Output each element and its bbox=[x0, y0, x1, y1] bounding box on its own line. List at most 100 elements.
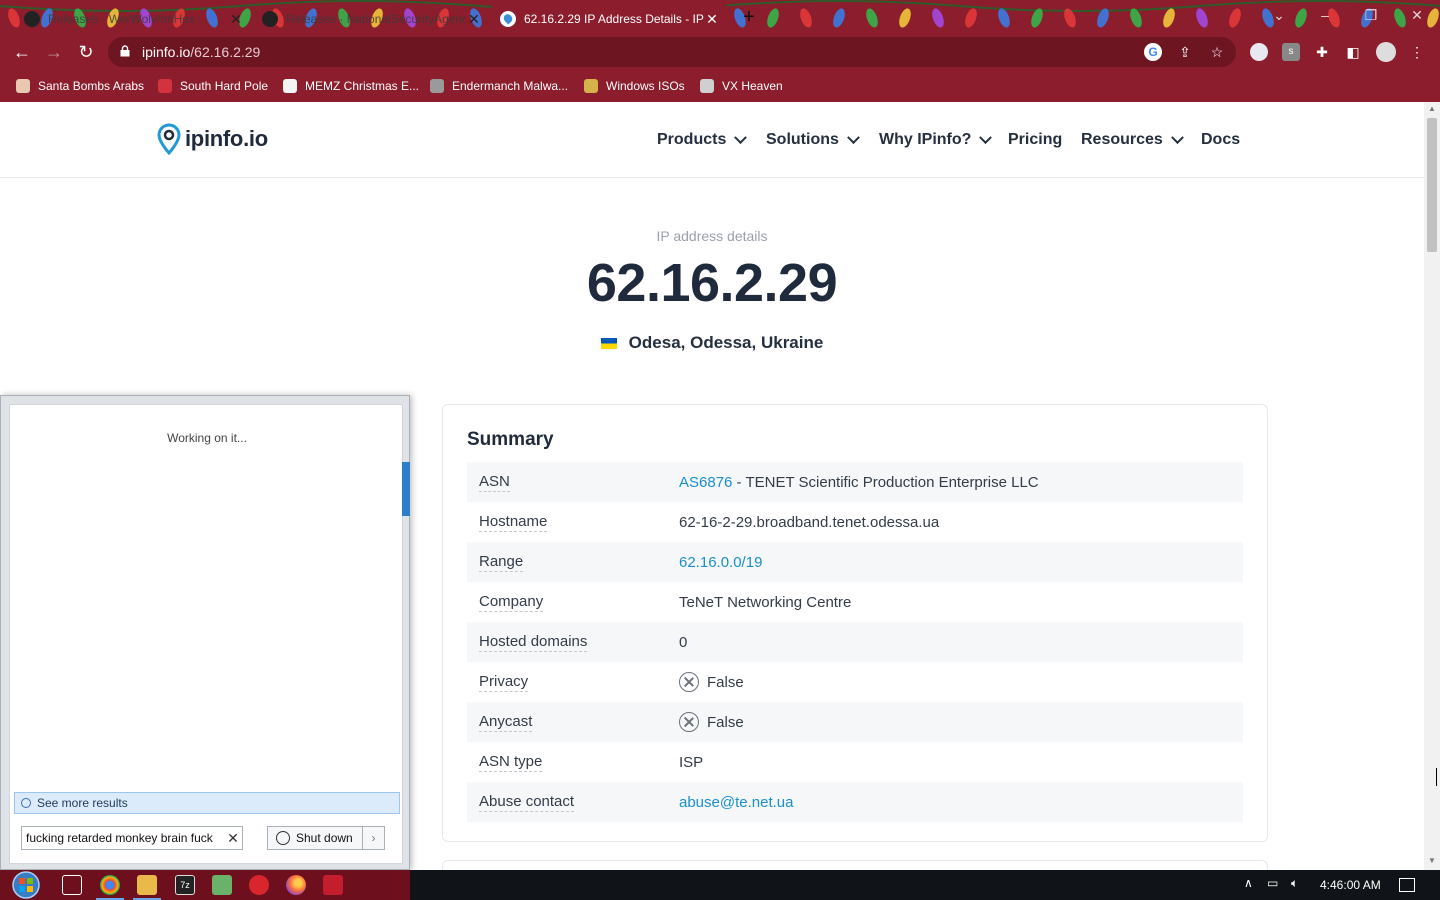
url-text: ipinfo.io/62.16.2.29 bbox=[142, 44, 260, 60]
nav-item-products[interactable]: Products bbox=[657, 129, 748, 151]
restore-button[interactable]: ❐ bbox=[1348, 0, 1394, 30]
summary-key: Hosted domains bbox=[479, 632, 588, 652]
address-bar[interactable]: ipinfo.io/62.16.2.29 G ⇪ ☆ bbox=[108, 37, 1236, 67]
summary-key: Privacy bbox=[479, 672, 529, 692]
clear-search-icon[interactable]: ✕ bbox=[224, 830, 242, 847]
bookmark-item[interactable]: Windows ISOs bbox=[584, 76, 685, 96]
google-lens-icon[interactable]: G bbox=[1144, 43, 1162, 61]
light-bulb-decoration bbox=[833, 8, 845, 28]
bookmark-favicon-icon bbox=[283, 79, 297, 93]
nav-item-docs[interactable]: Docs bbox=[1201, 129, 1240, 151]
share-icon[interactable]: ⇪ bbox=[1176, 43, 1194, 61]
nav-item-resources[interactable]: Resources bbox=[1081, 129, 1184, 151]
x-circle-icon bbox=[679, 672, 699, 692]
back-icon[interactable]: ← bbox=[10, 40, 34, 64]
app-calc-icon[interactable] bbox=[323, 875, 343, 895]
start-search-input[interactable]: fucking retarded monkey brain fuck ✕ bbox=[21, 826, 243, 850]
close-icon[interactable]: ✕ bbox=[704, 11, 720, 28]
summary-value: False bbox=[679, 712, 744, 732]
new-tab-button[interactable]: + bbox=[738, 6, 760, 28]
search-icon bbox=[21, 798, 31, 808]
bookmark-star-icon[interactable]: ☆ bbox=[1208, 43, 1226, 61]
github-icon bbox=[24, 11, 40, 27]
taskbar-clock[interactable]: 4:46:00 AM bbox=[1320, 878, 1381, 892]
close-icon[interactable]: ✕ bbox=[228, 11, 244, 28]
bookmark-item[interactable]: MEMZ Christmas E... bbox=[283, 76, 419, 96]
tab-ipinfo[interactable]: 62.16.2.29 IP Address Details - IPinfo ✕ bbox=[490, 4, 730, 34]
7zip-icon[interactable]: 7z bbox=[175, 875, 195, 895]
app-red-icon[interactable] bbox=[249, 875, 269, 895]
menu-kebab-icon[interactable]: ⋮ bbox=[1408, 43, 1426, 61]
tab-title: Releases · NationalSecurityAgency bbox=[286, 12, 466, 26]
scroll-up-icon[interactable]: ▲ bbox=[1428, 104, 1436, 113]
profile-avatar-icon[interactable] bbox=[1376, 42, 1396, 62]
bookmark-item[interactable]: South Hard Pole bbox=[158, 76, 268, 96]
forward-icon[interactable]: → bbox=[42, 40, 66, 64]
summary-value: False bbox=[679, 672, 744, 692]
notepad-icon[interactable] bbox=[212, 875, 232, 895]
extension-flag-icon[interactable] bbox=[1250, 43, 1268, 61]
summary-title: Summary bbox=[467, 429, 554, 450]
scroll-down-icon[interactable]: ▼ bbox=[1428, 856, 1436, 865]
bookmark-item[interactable]: Endermanch Malwa... bbox=[430, 76, 568, 96]
summary-link[interactable]: abuse@te.net.ua bbox=[679, 794, 793, 811]
search-status: Working on it... bbox=[167, 431, 247, 445]
summary-text: - TENET Scientific Production Enterprise… bbox=[732, 473, 1039, 491]
nav-item-solutions[interactable]: Solutions bbox=[766, 129, 860, 151]
side-panel-icon[interactable]: ◧ bbox=[1344, 43, 1362, 61]
windows-start-orb-icon[interactable] bbox=[8, 870, 44, 900]
network-icon[interactable]: ▭ bbox=[1267, 876, 1278, 890]
extension-s-icon[interactable]: s bbox=[1282, 43, 1300, 61]
nav-item-pricing[interactable]: Pricing bbox=[1008, 129, 1062, 151]
summary-key: Company bbox=[479, 592, 544, 612]
reload-icon[interactable]: ↻ bbox=[74, 40, 98, 64]
firefox-icon[interactable] bbox=[286, 875, 306, 895]
minimize-button[interactable]: – bbox=[1302, 0, 1348, 30]
url-host: ipinfo.io bbox=[142, 44, 191, 60]
bookmark-item[interactable]: VX Heaven bbox=[700, 76, 783, 96]
scrollbar-thumb[interactable] bbox=[1427, 118, 1437, 252]
task-view-icon[interactable] bbox=[62, 875, 82, 895]
shutdown-button[interactable]: Shut down › bbox=[267, 826, 385, 850]
close-window-button[interactable]: ✕ bbox=[1394, 0, 1440, 30]
nav-label: Solutions bbox=[766, 131, 839, 148]
summary-row: Abuse contact abuse@te.net.ua bbox=[467, 782, 1243, 822]
summary-link[interactable]: 62.16.0.0/19 bbox=[679, 554, 762, 571]
ipinfo-logo[interactable]: ipinfo.io bbox=[157, 122, 268, 156]
summary-row: Hostname 62-16-2-29.broadband.tenet.odess… bbox=[467, 502, 1243, 542]
show-hidden-icons-icon[interactable]: ∧ bbox=[1244, 876, 1253, 890]
lock-icon bbox=[120, 45, 130, 57]
summary-row: Anycast False bbox=[467, 702, 1243, 742]
bookmark-item[interactable]: Santa Bombs Arabs bbox=[16, 76, 144, 96]
tab-imhex[interactable]: Releases · WerWolv/ImHex ✕ bbox=[14, 4, 254, 34]
close-icon[interactable]: ✕ bbox=[466, 11, 482, 28]
bookmark-label: VX Heaven bbox=[722, 79, 783, 93]
summary-card: Summary ASN AS6876 - TENET Scientific Pro… bbox=[442, 404, 1268, 842]
ipinfo-favicon-icon bbox=[500, 11, 516, 27]
bookmark-favicon-icon bbox=[158, 79, 172, 93]
url-path: /62.16.2.29 bbox=[190, 44, 261, 60]
explorer-icon[interactable] bbox=[133, 875, 161, 900]
light-bulb-decoration bbox=[1196, 8, 1208, 28]
see-more-results-button[interactable]: See more results bbox=[14, 792, 400, 814]
summary-key: Anycast bbox=[479, 712, 533, 732]
bookmark-label: Santa Bombs Arabs bbox=[38, 79, 145, 93]
page-scrollbar[interactable]: ▲ ▼ bbox=[1424, 102, 1440, 870]
action-center-icon[interactable] bbox=[1399, 878, 1415, 892]
chrome-icon[interactable] bbox=[96, 875, 124, 900]
summary-value: 0 bbox=[679, 634, 687, 651]
summary-value: 62.16.0.0/19 bbox=[679, 554, 762, 571]
shutdown-label: Shut down bbox=[296, 831, 353, 845]
tab-nsa[interactable]: Releases · NationalSecurityAgency ✕ bbox=[252, 4, 492, 34]
shutdown-options-arrow[interactable]: › bbox=[362, 827, 384, 849]
summary-link[interactable]: AS6876 bbox=[679, 474, 732, 491]
volume-icon[interactable]: 🔈︎ bbox=[1291, 876, 1298, 891]
summary-key: ASN type bbox=[479, 752, 543, 772]
tab-title: Releases · WerWolv/ImHex bbox=[48, 12, 195, 26]
summary-text: 0 bbox=[679, 633, 688, 651]
extensions-puzzle-icon[interactable]: ✚ bbox=[1313, 43, 1331, 61]
search-query: fucking retarded monkey brain fuck bbox=[26, 831, 213, 845]
tab-search-icon[interactable]: ⌄ bbox=[1256, 0, 1302, 30]
summary-value: abuse@te.net.ua bbox=[679, 794, 793, 811]
nav-item-whyipinfo[interactable]: Why IPinfo? bbox=[879, 129, 993, 151]
